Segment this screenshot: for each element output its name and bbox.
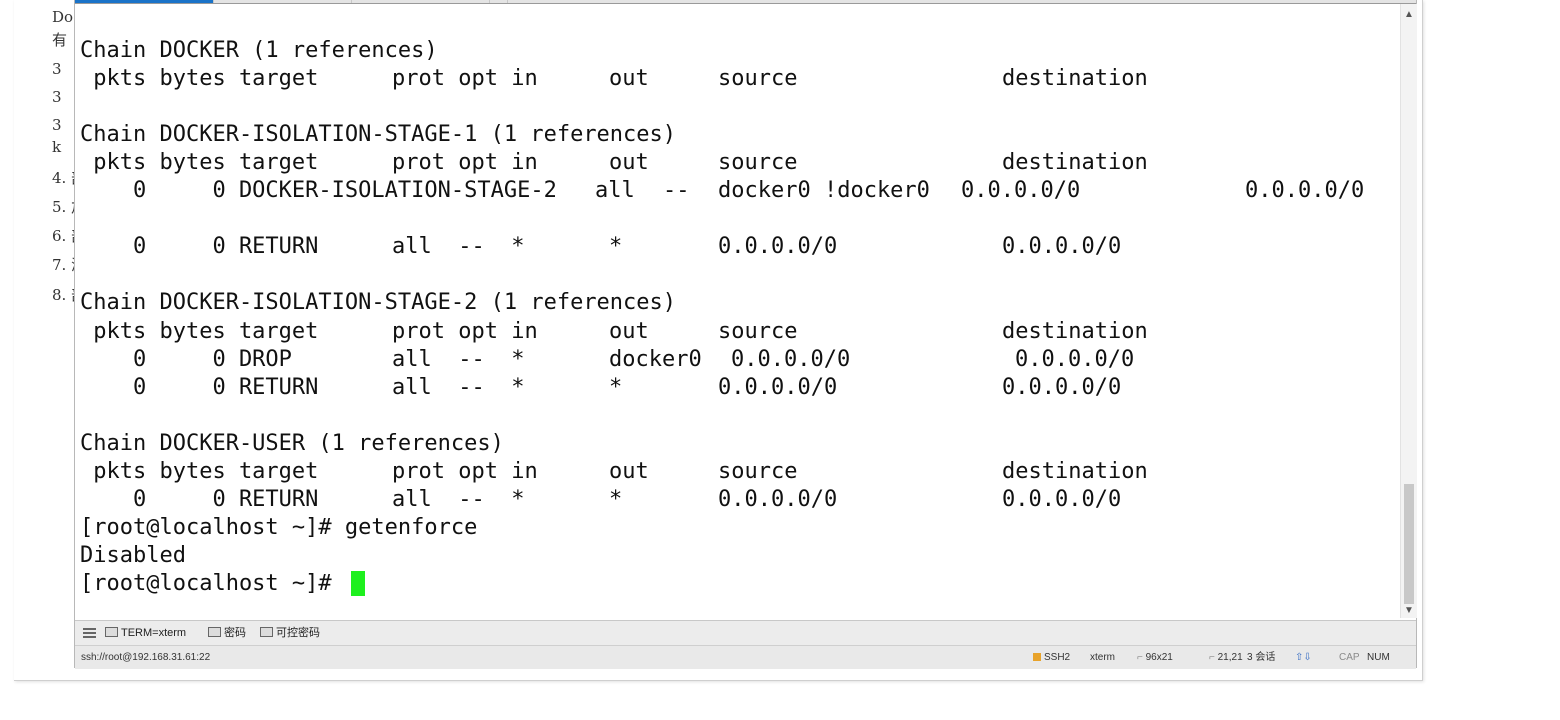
scrollbar-thumb[interactable]: [1404, 484, 1414, 604]
connection-address: ssh://root@192.168.31.61:22: [81, 652, 211, 663]
doc-edge-text: 3: [52, 88, 62, 106]
doc-edge-text: Do: [52, 8, 74, 26]
keyboard-icon: [105, 627, 118, 637]
menu-icon[interactable]: [83, 628, 96, 638]
terminal-screen[interactable]: Chain DOCKER (1 references) pkts bytes t…: [75, 4, 1400, 618]
terminal-type: xterm: [1090, 652, 1115, 663]
doc-edge-text: 有: [52, 31, 68, 49]
transfer-arrows-icon: ⇧⇩: [1295, 652, 1312, 663]
scroll-up-arrow-icon[interactable]: ▲: [1401, 8, 1417, 22]
num-lock-indicator: NUM: [1367, 652, 1390, 663]
quick-command-password[interactable]: 密码: [208, 626, 246, 640]
quick-command-controlled-password[interactable]: 可控密码: [260, 626, 320, 640]
cursor-position: ⌐ 21,21: [1209, 652, 1243, 663]
lock-icon: [1033, 653, 1041, 661]
doc-edge-text: 3: [52, 60, 62, 78]
status-bar: ssh://root@192.168.31.61:22 SSH2 xterm ⌐…: [75, 645, 1416, 669]
keyboard-icon: [208, 627, 221, 637]
terminal-window: Chain DOCKER (1 references) pkts bytes t…: [74, 0, 1417, 669]
doc-edge-text: k: [52, 138, 62, 156]
session-count: 3 会话: [1247, 652, 1276, 663]
terminal-size: ⌐ 96x21: [1137, 652, 1173, 663]
terminal-cursor: [351, 571, 365, 596]
protocol-status: SSH2: [1033, 652, 1070, 664]
doc-edge-text: 3: [52, 116, 62, 134]
terminal-scrollbar[interactable]: ▲ ▼: [1400, 4, 1417, 618]
scroll-down-arrow-icon[interactable]: ▼: [1401, 604, 1417, 618]
quick-command-bar: TERM=xterm 密码 可控密码: [75, 620, 1416, 645]
quick-command-term[interactable]: TERM=xterm: [105, 626, 186, 640]
caps-lock-indicator: CAP: [1339, 652, 1360, 663]
keyboard-icon: [260, 627, 273, 637]
